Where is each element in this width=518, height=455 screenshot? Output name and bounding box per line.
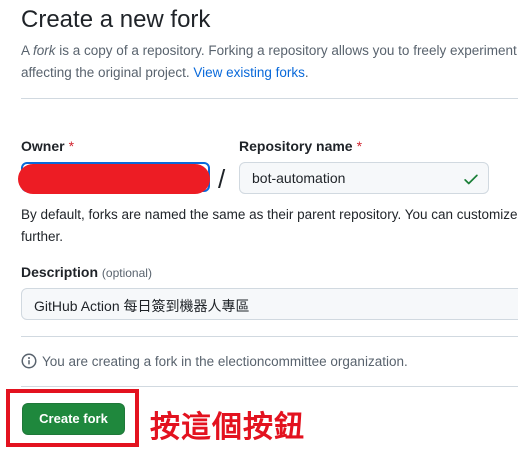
repository-name-label: Repository name * (239, 138, 362, 154)
repository-required-mark: * (356, 138, 363, 154)
annotation-text: 按這個按鈕 (150, 411, 305, 444)
fork-name-help-text: By default, forks are named the same as … (21, 204, 518, 248)
create-fork-button[interactable]: Create fork (22, 403, 125, 435)
owner-label-text: Owner (21, 138, 65, 154)
middle-divider (21, 336, 518, 337)
description-label: Description (optional) (21, 264, 152, 280)
intro-line-1: A fork is a copy of a repository. Forkin… (21, 40, 518, 62)
create-fork-page: Create a new fork A fork is a copy of a … (0, 0, 518, 455)
description-input[interactable]: GitHub Action 每日簽到機器人專區 (21, 288, 518, 320)
description-optional-tag: (optional) (101, 266, 152, 280)
help-line-1: By default, forks are named the same as … (21, 207, 518, 222)
intro-line2-text: affecting the original project. (21, 65, 194, 80)
intro-line2-end: . (304, 65, 309, 80)
help-line-2: further. (21, 229, 64, 244)
owner-repo-separator: / (218, 164, 226, 194)
page-title: Create a new fork (21, 6, 211, 33)
intro-text: A fork is a copy of a repository. Forkin… (21, 40, 518, 84)
owner-required-mark: * (68, 138, 75, 154)
intro-prefix: A (21, 43, 34, 58)
check-icon (464, 174, 478, 185)
owner-redaction (18, 164, 210, 194)
intro-line1-rest: is a copy of a repository. Forking a rep… (55, 43, 517, 58)
info-icon (21, 353, 37, 369)
repository-name-input[interactable]: bot-automation (239, 162, 489, 194)
description-label-text: Description (21, 264, 99, 280)
description-value: GitHub Action 每日簽到機器人專區 (34, 298, 250, 314)
repository-name-value: bot-automation (252, 170, 346, 186)
owner-label: Owner * (21, 138, 74, 154)
bottom-divider (21, 386, 518, 387)
info-text: You are creating a fork in the electionc… (42, 353, 408, 369)
intro-fork-word: fork (33, 43, 56, 58)
fork-owner-info: You are creating a fork in the electionc… (21, 353, 408, 369)
view-existing-forks-link[interactable]: View existing forks (193, 65, 305, 80)
repository-label-text: Repository name (239, 138, 353, 154)
top-divider (21, 98, 518, 99)
intro-line-2: affecting the original project. View exi… (21, 62, 518, 84)
